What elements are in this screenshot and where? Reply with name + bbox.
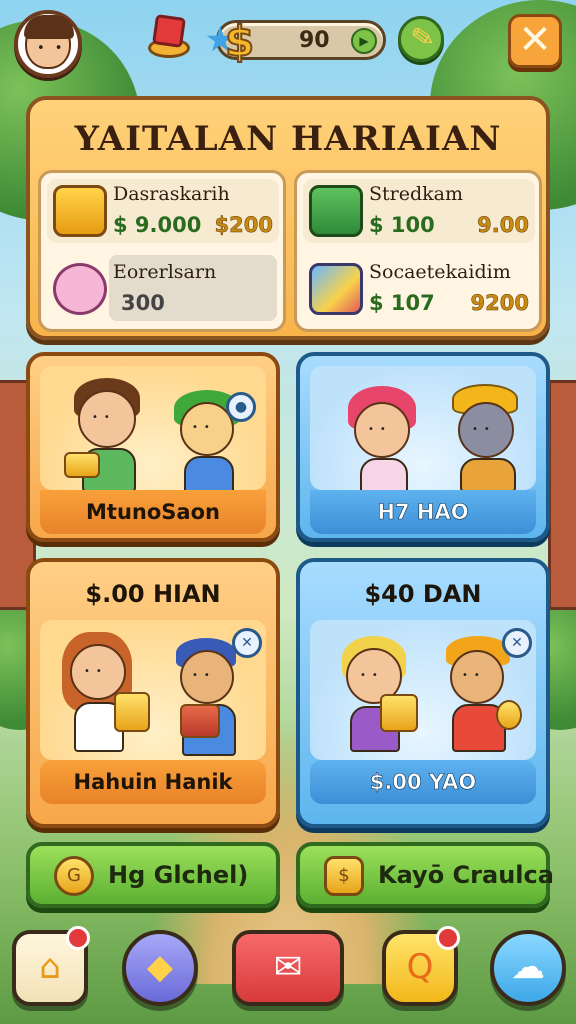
tool-icon: ✕ (502, 628, 532, 658)
card-label: $.00 YAO (310, 760, 536, 804)
card-label: H7 HAO (310, 490, 536, 534)
task-reward-cash: $ 9.000 (113, 213, 202, 237)
card-art: •• •• ● (40, 366, 266, 490)
card-price: $40 DAN (364, 580, 482, 608)
ticket-icon (309, 185, 363, 237)
play-icon[interactable]: ▶ (351, 28, 377, 54)
gold-trophy-icon (496, 700, 522, 730)
task-row[interactable]: Socaetekaidim $ 107 9200 (303, 257, 535, 321)
chat-icon[interactable]: ✉ (232, 930, 344, 1006)
shop-card-3[interactable]: $.00 HIAN •• •• ✕ Hahuin Hanik (26, 558, 280, 828)
home-icon[interactable]: ⌂ (12, 926, 90, 1006)
card-label: Hahuin Hanik (40, 760, 266, 804)
task-name: Dasraskarih (113, 183, 230, 205)
task-name: Stredkam (369, 183, 463, 205)
quest-icon[interactable]: Q (382, 926, 460, 1006)
crayon-icon (309, 263, 363, 315)
card-art: •• •• (310, 366, 536, 490)
task-reward-cash: $ 107 (369, 291, 435, 315)
currency-bar: ★ $ 90 ▶ (205, 16, 386, 67)
red-book-icon (180, 704, 220, 738)
task-row[interactable]: Eorerlsarn 300 (47, 255, 279, 321)
bottom-nav: ⌂ ◆ ✉ Q ☁ (0, 922, 576, 1018)
bell-icon: ● (226, 392, 256, 422)
house (548, 380, 576, 610)
card-art: •• •• ✕ (310, 620, 536, 760)
tool-icon: ✕ (232, 628, 262, 658)
card-art: •• •• ✕ (40, 620, 266, 760)
task-card-right: Stredkam $ 100 9.00 Socaetekaidim $ 107 … (294, 170, 542, 332)
action-button-1[interactable]: G Hg Glchel) (26, 842, 280, 908)
task-name: Socaetekaidim (369, 261, 511, 283)
gold-book-icon (380, 694, 418, 732)
task-reward-cash: $ 100 (369, 213, 435, 237)
notification-dot (436, 926, 460, 950)
pencil-icon: ✎ (408, 19, 438, 56)
shop-card-4[interactable]: $40 DAN •• •• ✕ $.00 YAO (296, 558, 550, 828)
gold-coins-icon (64, 452, 100, 478)
action-button-2[interactable]: $ Kayō Craulca (296, 842, 554, 908)
daily-title: YAITALAN HARIAIAN (74, 119, 502, 159)
player-avatar[interactable] (14, 10, 82, 78)
coin-icon: ★ $ (205, 15, 263, 71)
task-name: Eorerlsarn (113, 261, 217, 283)
currency-value: 90 (299, 28, 330, 53)
avatar-face (24, 15, 74, 69)
task-reward-gold: 9.00 (477, 213, 529, 238)
gold-book-icon (114, 692, 150, 732)
task-row[interactable]: Stredkam $ 100 9.00 (303, 179, 535, 243)
card-price: $.00 HIAN (85, 580, 221, 608)
gem-chest-icon[interactable] (146, 14, 190, 60)
scroll-icon: $ (324, 856, 364, 896)
task-reward: 300 (121, 291, 165, 315)
daily-tasks-panel: YAITALAN HARIAIAN Dasraskarih $ 9.000 $2… (26, 96, 550, 340)
action-label: Kayō Craulca (378, 861, 554, 889)
shop-card-1[interactable]: •• •• ● MtunoSaon (26, 352, 280, 542)
shop-card-2[interactable]: •• •• H7 HAO (296, 352, 550, 542)
task-row[interactable]: Dasraskarih $ 9.000 $200 (47, 179, 279, 243)
dollar-icon: $ (224, 16, 255, 67)
task-reward-gold: $200 (214, 213, 273, 238)
notification-dot (66, 926, 90, 950)
task-reward-gold: 9200 (470, 291, 529, 316)
close-button[interactable]: ✕ (508, 14, 562, 68)
task-card-left: Dasraskarih $ 9.000 $200 Eorerlsarn 300 (38, 170, 286, 332)
top-bar: ★ $ 90 ▶ ✎ ✕ (0, 6, 576, 82)
cloud-icon[interactable]: ☁ (490, 930, 566, 1006)
pet-icon (53, 263, 107, 315)
coin-icon: G (54, 856, 94, 896)
card-label: MtunoSaon (40, 490, 266, 534)
gold-bars-icon (53, 185, 107, 237)
action-label: Hg Glchel) (108, 861, 249, 889)
edit-button[interactable]: ✎ (398, 16, 444, 62)
kite-icon[interactable]: ◆ (122, 930, 198, 1006)
